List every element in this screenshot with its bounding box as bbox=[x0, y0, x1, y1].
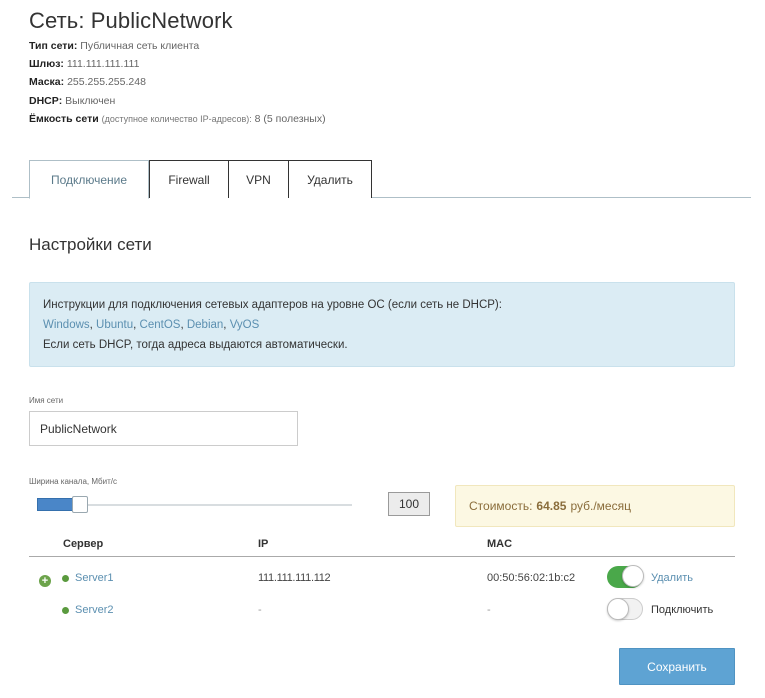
server-mac: 00:50:56:02:1b:c2 bbox=[487, 572, 576, 584]
section-title: Настройки сети bbox=[29, 235, 152, 254]
server-ip: 111.111.111.112 bbox=[258, 572, 331, 584]
cost-box: Стоимость: 64.85 руб./месяц bbox=[455, 485, 735, 527]
server-link[interactable]: Server1 bbox=[75, 572, 114, 584]
link-debian[interactable]: Debian bbox=[187, 319, 223, 331]
expand-plus-icon[interactable]: + bbox=[39, 575, 51, 587]
table-row: + Server1 111.111.111.112 00:50:56:02:1b… bbox=[29, 565, 735, 596]
mask-label: Маска: bbox=[29, 76, 65, 88]
network-name-label: Имя сети bbox=[29, 396, 64, 405]
network-name-input[interactable] bbox=[29, 411, 298, 446]
server-link[interactable]: Server2 bbox=[75, 604, 114, 616]
network-type-value: Публичная сеть клиента bbox=[80, 40, 200, 52]
dhcp-value: Выключен bbox=[65, 95, 116, 107]
gateway-value: 111.111.111.111 bbox=[66, 58, 140, 70]
status-dot-icon bbox=[62, 607, 69, 614]
tab-firewall[interactable]: Firewall bbox=[149, 160, 229, 198]
dhcp: DHCP: Выключен bbox=[29, 94, 115, 108]
delete-action[interactable]: Удалить bbox=[651, 572, 693, 584]
network-type-label: Тип сети: bbox=[29, 40, 78, 52]
capacity-value: 8 (5 полезных) bbox=[254, 113, 326, 125]
server-ip: - bbox=[258, 604, 262, 616]
toggle-knob bbox=[607, 598, 629, 620]
gateway-label: Шлюз: bbox=[29, 58, 64, 70]
header-server: Сервер bbox=[63, 538, 104, 550]
cost-amount: 64.85 bbox=[536, 499, 567, 513]
connect-action[interactable]: Подключить bbox=[651, 604, 713, 616]
cost-prefix: Стоимость: bbox=[469, 499, 533, 513]
tab-connection[interactable]: Подключение bbox=[29, 160, 149, 199]
connection-toggle[interactable] bbox=[607, 598, 643, 620]
link-centos[interactable]: CentOS bbox=[140, 319, 181, 331]
save-button[interactable]: Сохранить bbox=[619, 648, 735, 685]
link-ubuntu[interactable]: Ubuntu bbox=[96, 319, 133, 331]
bandwidth-slider[interactable] bbox=[37, 496, 352, 514]
cost-suffix: руб./месяц bbox=[570, 499, 631, 513]
header-ip: IP bbox=[258, 538, 269, 550]
connection-toggle[interactable] bbox=[607, 565, 644, 588]
gateway: Шлюз: 111.111.111.111 bbox=[29, 57, 139, 71]
dhcp-note: Если сеть DHCP, тогда адреса выдаются ав… bbox=[43, 339, 348, 351]
capacity-label: Ёмкость сети bbox=[29, 113, 99, 125]
header-mac: MAC bbox=[487, 538, 513, 550]
tab-bar: Подключение Firewall VPN Удалить bbox=[12, 160, 751, 199]
status-dot-icon bbox=[62, 575, 69, 582]
os-links: Windows, Ubuntu, CentOS, Debian, VyOS bbox=[43, 315, 721, 335]
mask-value: 255.255.255.248 bbox=[67, 76, 146, 88]
toggle-knob bbox=[622, 565, 644, 587]
table-header: Сервер IP MAC bbox=[29, 535, 735, 557]
table-row: Server2 - - Подключить bbox=[29, 598, 735, 628]
bandwidth-label: Ширина канала, Мбит/с bbox=[29, 477, 117, 486]
capacity-note: (доступное количество IP-адресов): bbox=[101, 114, 252, 124]
info-text: Инструкции для подключения сетевых адапт… bbox=[43, 299, 502, 311]
info-box: Инструкции для подключения сетевых адапт… bbox=[29, 282, 735, 367]
link-windows[interactable]: Windows bbox=[43, 319, 90, 331]
capacity: Ёмкость сети (доступное количество IP-ад… bbox=[29, 112, 326, 126]
tab-vpn[interactable]: VPN bbox=[228, 160, 289, 198]
slider-handle[interactable] bbox=[72, 496, 88, 513]
link-vyos[interactable]: VyOS bbox=[230, 319, 260, 331]
dhcp-label: DHCP: bbox=[29, 95, 63, 107]
server-mac: - bbox=[487, 604, 491, 616]
mask: Маска: 255.255.255.248 bbox=[29, 75, 146, 89]
page-title: Сеть: PublicNetwork bbox=[29, 8, 233, 33]
bandwidth-value: 100 bbox=[388, 492, 430, 516]
tab-delete[interactable]: Удалить bbox=[288, 160, 372, 198]
network-type: Тип сети: Публичная сеть клиента bbox=[29, 39, 199, 53]
